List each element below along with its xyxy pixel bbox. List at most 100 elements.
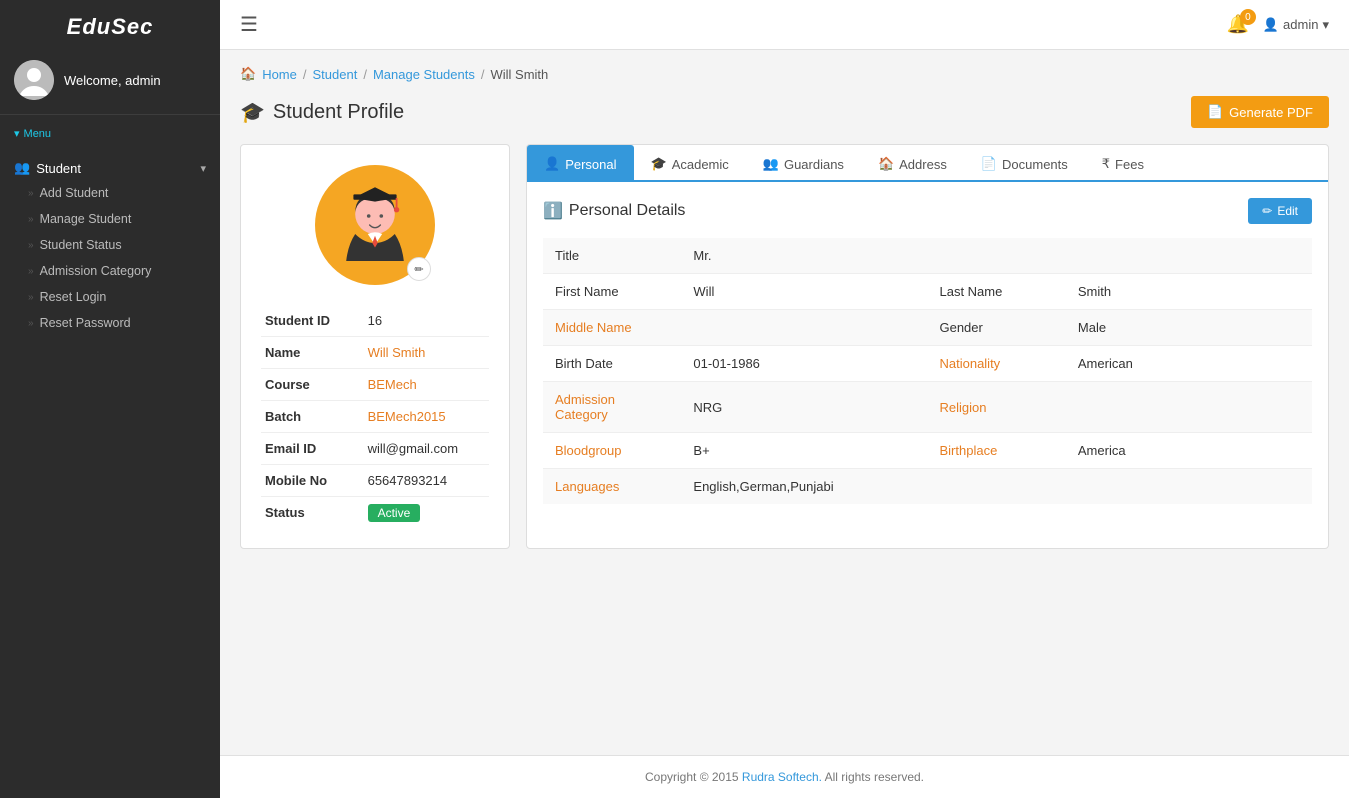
table-row: Title Mr. bbox=[543, 238, 1312, 274]
info-icon: ℹ️ bbox=[543, 201, 563, 221]
sidebar-item-admission-category[interactable]: » Admission Category bbox=[0, 258, 220, 284]
chevron-down-icon: ▾ bbox=[1322, 17, 1329, 33]
sidebar-item-reset-password[interactable]: » Reset Password bbox=[0, 310, 220, 336]
table-row: Course BEMech bbox=[261, 369, 489, 401]
tab-guardians[interactable]: 👥 Guardians bbox=[746, 145, 861, 182]
tab-fees[interactable]: ₹ Fees bbox=[1085, 145, 1161, 182]
footer-company-link[interactable]: Rudra Softech. bbox=[742, 770, 822, 784]
field-label-title: Title bbox=[543, 238, 681, 274]
topbar-right: 🔔 0 👤 admin ▾ bbox=[1226, 14, 1329, 35]
field-value-lastname: Smith bbox=[1066, 274, 1312, 310]
sidebar-item-manage-student[interactable]: » Manage Student bbox=[0, 206, 220, 232]
arrow-icon: » bbox=[28, 188, 34, 199]
tab-academic[interactable]: 🎓 Academic bbox=[634, 145, 746, 182]
avatar-edit-button[interactable]: ✏ bbox=[407, 257, 431, 281]
sidebar-item-add-student[interactable]: » Add Student bbox=[0, 180, 220, 206]
arrow-icon: » bbox=[28, 318, 34, 329]
chevron-right-icon: ▾ bbox=[200, 162, 206, 175]
sidebar-user-info: Welcome, admin bbox=[0, 50, 220, 115]
breadcrumb-home[interactable]: Home bbox=[262, 67, 297, 82]
user-graduate-icon: 🎓 bbox=[240, 100, 265, 125]
sidebar-item-student-status[interactable]: » Student Status bbox=[0, 232, 220, 258]
profile-panel: ✏ Student ID 16 Name Will Smith Course bbox=[240, 144, 1329, 549]
academic-icon: 🎓 bbox=[651, 156, 667, 172]
student-info-table: Student ID 16 Name Will Smith Course BEM… bbox=[261, 305, 489, 528]
student-avatar-container: ✏ bbox=[315, 165, 435, 285]
field-value-nationality: American bbox=[1066, 346, 1312, 382]
breadcrumb-student[interactable]: Student bbox=[313, 67, 358, 82]
profile-left-card: ✏ Student ID 16 Name Will Smith Course bbox=[240, 144, 510, 549]
student-avatar bbox=[330, 180, 420, 270]
tab-content-personal: ℹ️ Personal Details ✏ Edit Title bbox=[527, 182, 1328, 520]
footer: Copyright © 2015 Rudra Softech. All righ… bbox=[220, 755, 1349, 798]
fees-icon: ₹ bbox=[1102, 156, 1110, 172]
table-row: Languages English,German,Punjabi bbox=[543, 469, 1312, 505]
field-label-gender: Gender bbox=[927, 310, 1065, 346]
field-value-middlename bbox=[681, 310, 927, 346]
field-label-nationality: Nationality bbox=[927, 346, 1065, 382]
table-row: Status Active bbox=[261, 497, 489, 529]
app-logo: EduSec bbox=[0, 0, 220, 50]
user-icon: 👤 bbox=[1263, 17, 1279, 33]
status-label: Status bbox=[261, 497, 364, 529]
guardians-icon: 👥 bbox=[763, 156, 779, 172]
page-title: 🎓 Student Profile bbox=[240, 100, 404, 125]
person-icon: 👤 bbox=[544, 156, 560, 172]
generate-pdf-button[interactable]: 📄 Generate PDF bbox=[1191, 96, 1329, 128]
field-label-bloodgroup: Bloodgroup bbox=[543, 433, 681, 469]
field-value-birthplace: America bbox=[1066, 433, 1312, 469]
admin-menu[interactable]: 👤 admin ▾ bbox=[1263, 17, 1329, 33]
section-title: ℹ️ Personal Details bbox=[543, 201, 685, 221]
tab-address[interactable]: 🏠 Address bbox=[861, 145, 964, 182]
arrow-icon: » bbox=[28, 240, 34, 251]
field-label-birthdate: Birth Date bbox=[543, 346, 681, 382]
chevron-down-icon: ▾ bbox=[14, 127, 20, 140]
topbar-left: ☰ bbox=[240, 12, 258, 37]
status-badge: Active bbox=[368, 504, 421, 522]
arrow-icon: » bbox=[28, 214, 34, 225]
breadcrumb-sep1: / bbox=[303, 67, 307, 82]
tabs: 👤 Personal 🎓 Academic 👥 Guardians � bbox=[527, 145, 1328, 182]
field-label-admission-category: Admission Category bbox=[543, 382, 681, 433]
field-label-religion: Religion bbox=[927, 382, 1065, 433]
field-label-birthplace: Birthplace bbox=[927, 433, 1065, 469]
welcome-text: Welcome, admin bbox=[64, 73, 161, 88]
field-value-bloodgroup: B+ bbox=[681, 433, 927, 469]
student-section-title[interactable]: 👥 Student ▾ bbox=[0, 152, 220, 180]
avatar bbox=[14, 60, 54, 100]
table-row: Student ID 16 bbox=[261, 305, 489, 337]
edit-button[interactable]: ✏ Edit bbox=[1248, 198, 1312, 224]
email-value: will@gmail.com bbox=[364, 433, 489, 465]
users-icon: 👥 bbox=[14, 160, 30, 176]
table-row: First Name Will Last Name Smith bbox=[543, 274, 1312, 310]
notification-badge: 0 bbox=[1240, 9, 1256, 25]
sidebar-item-reset-login[interactable]: » Reset Login bbox=[0, 284, 220, 310]
field-value-birthdate: 01-01-1986 bbox=[681, 346, 927, 382]
table-row: Birth Date 01-01-1986 Nationality Americ… bbox=[543, 346, 1312, 382]
table-row: Mobile No 65647893214 bbox=[261, 465, 489, 497]
breadcrumb-sep2: / bbox=[363, 67, 367, 82]
table-row: Email ID will@gmail.com bbox=[261, 433, 489, 465]
tab-personal[interactable]: 👤 Personal bbox=[527, 145, 634, 182]
field-value-languages: English,German,Punjabi bbox=[681, 469, 1312, 505]
field-value-title: Mr. bbox=[681, 238, 1312, 274]
tab-documents[interactable]: 📄 Documents bbox=[964, 145, 1085, 182]
field-label-middlename: Middle Name bbox=[543, 310, 681, 346]
personal-details-table: Title Mr. First Name Will Last Name Smit… bbox=[543, 238, 1312, 504]
table-row: Batch BEMech2015 bbox=[261, 401, 489, 433]
breadcrumb-manage[interactable]: Manage Students bbox=[373, 67, 475, 82]
notification-bell[interactable]: 🔔 0 bbox=[1226, 14, 1248, 35]
email-label: Email ID bbox=[261, 433, 364, 465]
main-content: ☰ 🔔 0 👤 admin ▾ 🏠 Home / Stu bbox=[220, 0, 1349, 798]
topbar: ☰ 🔔 0 👤 admin ▾ bbox=[220, 0, 1349, 50]
mobile-value: 65647893214 bbox=[364, 465, 489, 497]
home-icon: 🏠 bbox=[240, 66, 256, 82]
profile-right-panel: 👤 Personal 🎓 Academic 👥 Guardians � bbox=[526, 144, 1329, 549]
field-label-languages: Languages bbox=[543, 469, 681, 505]
field-value-firstname: Will bbox=[681, 274, 927, 310]
documents-icon: 📄 bbox=[981, 156, 997, 172]
table-row: Admission Category NRG Religion bbox=[543, 382, 1312, 433]
arrow-icon: » bbox=[28, 292, 34, 303]
page-header: 🎓 Student Profile 📄 Generate PDF bbox=[240, 96, 1329, 128]
hamburger-icon[interactable]: ☰ bbox=[240, 12, 258, 37]
